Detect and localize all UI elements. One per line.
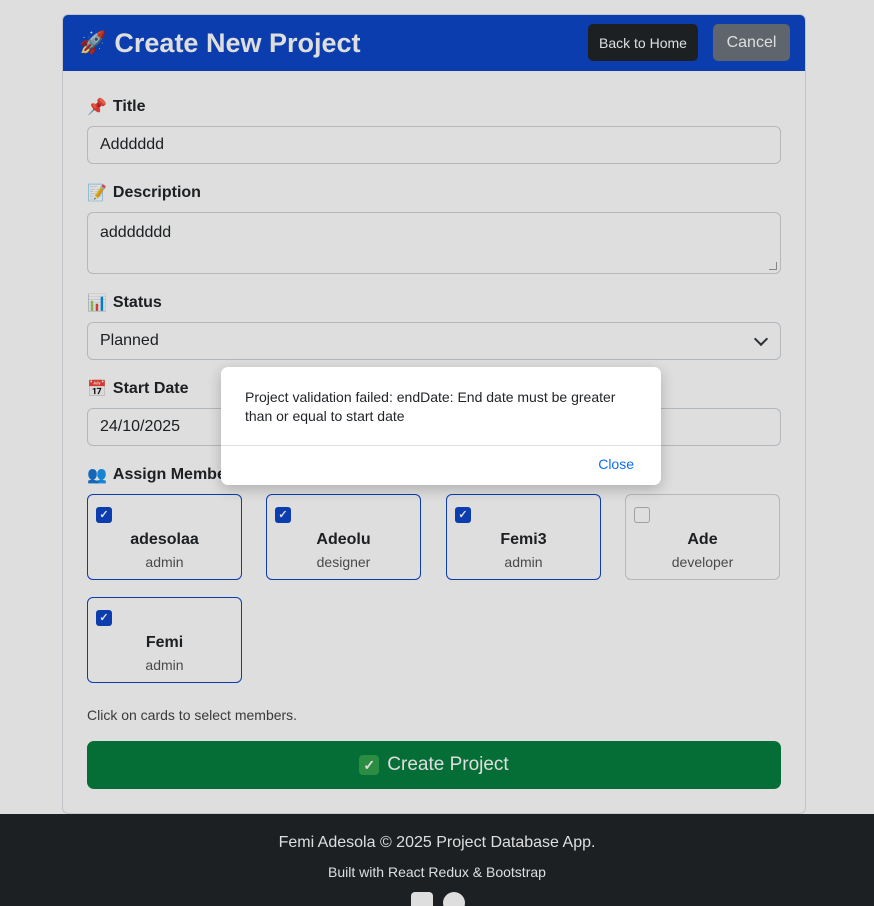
close-button[interactable]: Close bbox=[598, 456, 634, 472]
dialog-divider bbox=[221, 445, 661, 446]
validation-error-dialog: Project validation failed: endDate: End … bbox=[221, 367, 661, 485]
dialog-message: Project validation failed: endDate: End … bbox=[245, 389, 616, 424]
